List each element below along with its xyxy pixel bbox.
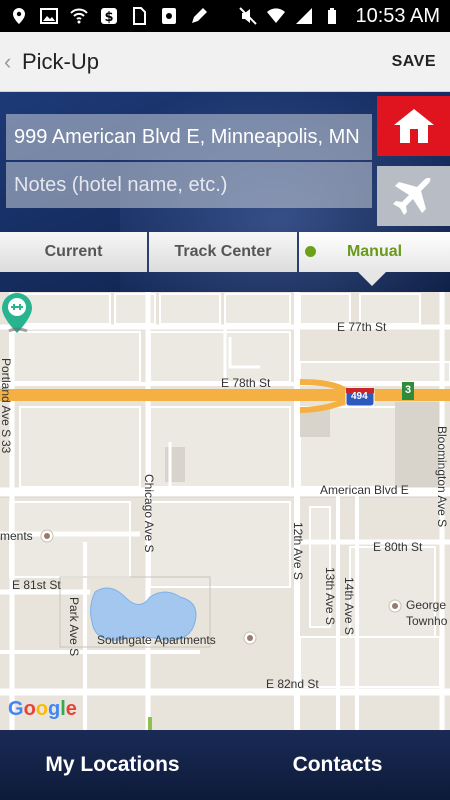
bottom-nav: My Locations Contacts [0, 730, 450, 800]
image-icon [40, 8, 58, 24]
wifi-icon [267, 8, 286, 23]
contacts-button[interactable]: Contacts [225, 730, 450, 800]
map-label: E 82nd St [266, 677, 319, 691]
tab-manual[interactable]: Manual [299, 232, 450, 272]
google-logo: Google [8, 698, 77, 721]
map-canvas [0, 292, 450, 730]
map-label: E 81st St [12, 578, 61, 592]
map-label: Chicago Ave S [142, 474, 156, 553]
airplane-icon [392, 177, 431, 215]
tab-track-center[interactable]: Track Center [149, 232, 299, 272]
sim-icon [133, 7, 146, 25]
tab-label: Manual [346, 243, 403, 260]
battery-icon [328, 8, 337, 24]
status-time: 10:53 AM [355, 4, 440, 27]
map-label: Park Ave S [67, 597, 81, 657]
page-title[interactable]: Pick-Up [22, 49, 99, 75]
map-label: 12th Ave S [291, 522, 305, 580]
location-pin-icon[interactable] [0, 292, 34, 334]
google-logo-letter: e [65, 698, 77, 720]
map-label: American Blvd E [320, 483, 409, 497]
app-icon [162, 8, 176, 24]
tab-label: Current [44, 243, 103, 260]
map-label: 13th Ave S [323, 567, 337, 625]
map-label: ments [0, 529, 33, 543]
exit-label: 3 [405, 384, 412, 396]
dollar-icon: $ [101, 8, 117, 25]
google-logo-text: Google [8, 698, 77, 720]
save-button[interactable]: SAVE [392, 53, 436, 71]
map-label: 33 [0, 440, 13, 454]
map-label: E 77th St [337, 320, 387, 334]
pen-icon [192, 8, 207, 23]
app-header: ‹ Pick-Up SAVE [0, 32, 450, 92]
tab-pointer [358, 272, 386, 286]
tab-label: Track Center [174, 243, 272, 260]
active-dot [305, 246, 316, 257]
map-label: 14th Ave S [342, 577, 356, 635]
address-field[interactable]: 999 American Blvd E, Minneapolis, MN [6, 114, 372, 160]
status-bar: $ 10:53 AM [0, 0, 450, 32]
interstate-shield-label: 494 [351, 391, 368, 402]
map-label: E 80th St [373, 540, 423, 554]
map-label: George [406, 598, 447, 612]
map-label: Bloomington Ave S [435, 426, 449, 528]
home-button[interactable] [377, 96, 450, 156]
notes-field[interactable]: Notes (hotel name, etc.) [6, 162, 372, 208]
map-label: Southgate Apartments [97, 633, 216, 647]
signal-icon [296, 8, 313, 24]
google-logo-letter: G [8, 698, 24, 720]
back-chevron-icon[interactable]: ‹ [4, 49, 20, 75]
map-view[interactable]: E 77th St E 78th St 494 3 American Blvd … [0, 292, 450, 730]
wifi-calling-icon [70, 8, 88, 24]
google-logo-letter: g [48, 698, 61, 720]
home-icon [393, 109, 434, 143]
map-label: Portland Ave S [0, 358, 13, 438]
location-icon [13, 8, 25, 24]
google-logo-letter: o [35, 698, 48, 720]
map-label: E 78th St [221, 376, 271, 390]
my-locations-button[interactable]: My Locations [0, 730, 225, 800]
mute-icon [239, 7, 258, 25]
location-mode-tabs: Current Track Center Manual [0, 232, 450, 272]
svg-text:$: $ [104, 10, 113, 25]
tab-current[interactable]: Current [0, 232, 149, 272]
google-logo-letter: o [23, 698, 36, 720]
airport-button[interactable] [377, 166, 450, 226]
map-label: Townho [406, 614, 448, 628]
